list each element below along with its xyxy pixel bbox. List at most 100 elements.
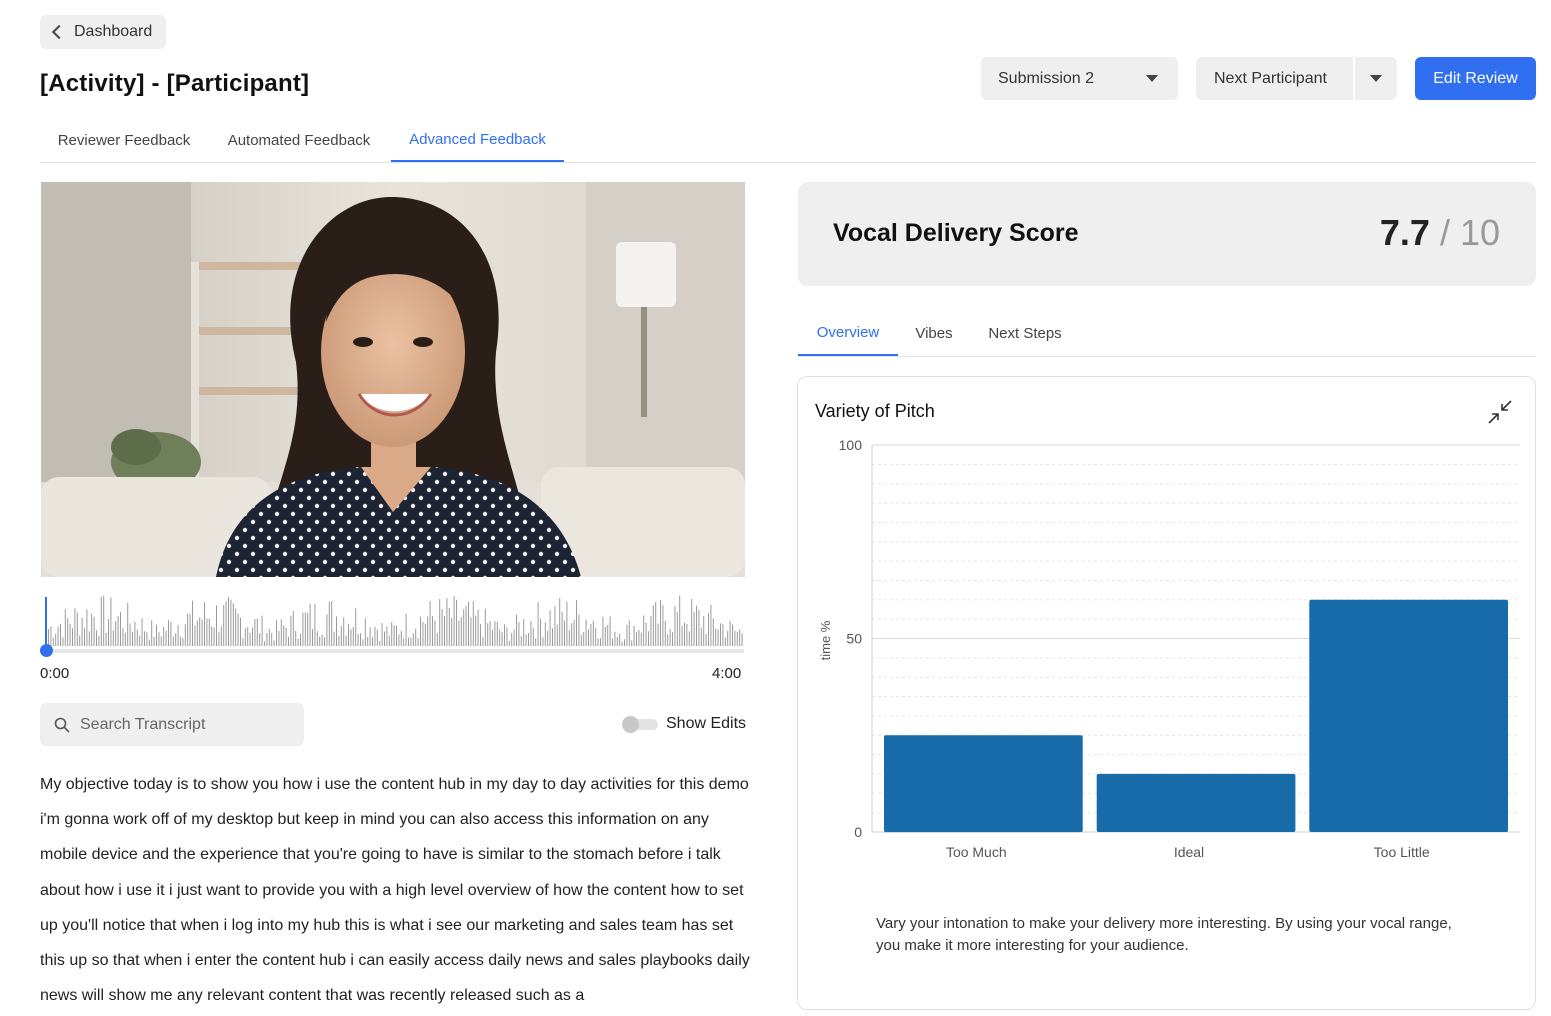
waveform-bar	[62, 637, 64, 646]
waveform-bar	[624, 639, 625, 646]
waveform-bar	[108, 619, 109, 646]
search-transcript-box[interactable]	[40, 703, 304, 746]
waveform-bar	[530, 621, 532, 646]
next-participant-button[interactable]: Next Participant	[1196, 57, 1353, 100]
waveform-bar	[540, 618, 541, 646]
waveform-bar	[436, 633, 438, 646]
waveform-bar	[91, 613, 93, 646]
waveform-bar	[633, 626, 635, 646]
waveform-bar	[705, 634, 707, 646]
waveform-bar	[64, 609, 66, 646]
waveform-bar	[614, 631, 616, 646]
waveform-bar	[496, 621, 498, 646]
waveform-bar	[393, 625, 395, 646]
score-title: Vocal Delivery Score	[833, 219, 1079, 247]
waveform-bar	[583, 632, 585, 646]
playhead-handle[interactable]	[40, 644, 53, 657]
edit-review-button[interactable]: Edit Review	[1415, 57, 1536, 100]
show-edits-toggle[interactable]	[622, 716, 658, 733]
y-tick-label: 100	[839, 437, 863, 453]
time-end: 4:00	[712, 665, 742, 682]
waveform-bar	[549, 610, 551, 646]
waveform-bar	[115, 621, 117, 646]
waveform-bar	[609, 616, 611, 646]
waveform-bar	[96, 630, 97, 646]
waveform-bar	[189, 613, 191, 646]
waveform-bar	[228, 597, 229, 646]
waveform-bar	[612, 638, 613, 646]
waveform-bar	[446, 598, 448, 646]
search-transcript-input[interactable]	[80, 715, 280, 734]
tab-reviewer-feedback[interactable]: Reviewer Feedback	[40, 118, 208, 163]
waveform-bar	[273, 640, 275, 646]
waveform-bar	[376, 629, 378, 646]
next-participant-split-button: Next Participant	[1196, 57, 1397, 100]
main-tabs: Reviewer Feedback Automated Feedback Adv…	[40, 118, 1536, 163]
waveform-bar	[372, 637, 373, 646]
score-number: 7.7	[1379, 212, 1430, 253]
waveform-bar	[285, 627, 287, 646]
waveform-bar	[669, 629, 671, 646]
waveform-bar	[448, 608, 450, 646]
waveform-bar	[420, 616, 421, 646]
waveform-bar	[655, 601, 657, 646]
waveform-bar	[506, 627, 508, 646]
waveform-bar	[220, 626, 222, 646]
waveform-bar	[386, 626, 388, 646]
waveform-bar	[513, 629, 515, 646]
waveform-bar	[664, 621, 666, 646]
waveform-bar	[360, 633, 361, 646]
waveform-bar	[328, 601, 330, 646]
x-tick-label: Too Little	[1374, 844, 1430, 860]
score-max: / 10	[1439, 212, 1500, 253]
waveform-bar	[532, 627, 534, 646]
waveform-bar	[403, 638, 405, 646]
waveform-bar	[79, 635, 81, 646]
waveform-bar	[525, 634, 527, 646]
y-tick-label: 50	[846, 631, 862, 647]
waveform-bar	[520, 636, 522, 646]
waveform-bar	[667, 634, 669, 646]
page-title: [Activity] - [Participant]	[40, 70, 310, 97]
back-to-dashboard-button[interactable]: Dashboard	[40, 15, 166, 49]
waveform-bar	[508, 640, 510, 646]
waveform-bar	[559, 598, 561, 646]
waveform-bar	[300, 633, 301, 646]
submission-select[interactable]: Submission 2	[981, 57, 1178, 100]
audio-waveform[interactable]	[40, 592, 744, 648]
tab-automated-feedback[interactable]: Automated Feedback	[208, 118, 390, 163]
waveform-bar	[523, 619, 525, 646]
waveform-bar	[588, 629, 589, 646]
tab-advanced-feedback[interactable]: Advanced Feedback	[391, 118, 564, 162]
waveform-bar	[168, 620, 169, 646]
waveform-bar	[309, 603, 311, 646]
waveform-bar	[422, 621, 424, 646]
tab-overview[interactable]: Overview	[798, 310, 898, 356]
playback-track[interactable]	[40, 649, 744, 653]
waveform-bar	[482, 637, 484, 646]
waveform-bar	[660, 600, 661, 646]
waveform-bar	[590, 624, 592, 646]
waveform-bar	[256, 618, 258, 646]
waveform-bar	[434, 620, 436, 646]
next-participant-dropdown-toggle[interactable]	[1353, 57, 1397, 100]
waveform-bar	[494, 621, 496, 646]
tab-vibes[interactable]: Vibes	[898, 310, 970, 356]
waveform-bar	[276, 620, 277, 646]
waveform-bar	[672, 632, 673, 646]
waveform-bar	[206, 618, 208, 646]
waveform-bar	[408, 637, 409, 646]
y-axis-label: time %	[818, 620, 833, 660]
waveform-bar	[338, 635, 340, 646]
tab-next-steps[interactable]: Next Steps	[970, 310, 1080, 356]
waveform-bar	[619, 633, 621, 646]
collapse-icon[interactable]	[1487, 399, 1513, 425]
waveform-bar	[484, 608, 486, 646]
waveform-bar	[626, 624, 628, 646]
waveform-bar	[715, 628, 717, 646]
waveform-bar	[427, 616, 429, 646]
video-player[interactable]	[41, 182, 745, 577]
waveform-bar	[283, 625, 285, 646]
waveform-bar	[367, 637, 369, 646]
waveform-bar	[324, 637, 325, 646]
